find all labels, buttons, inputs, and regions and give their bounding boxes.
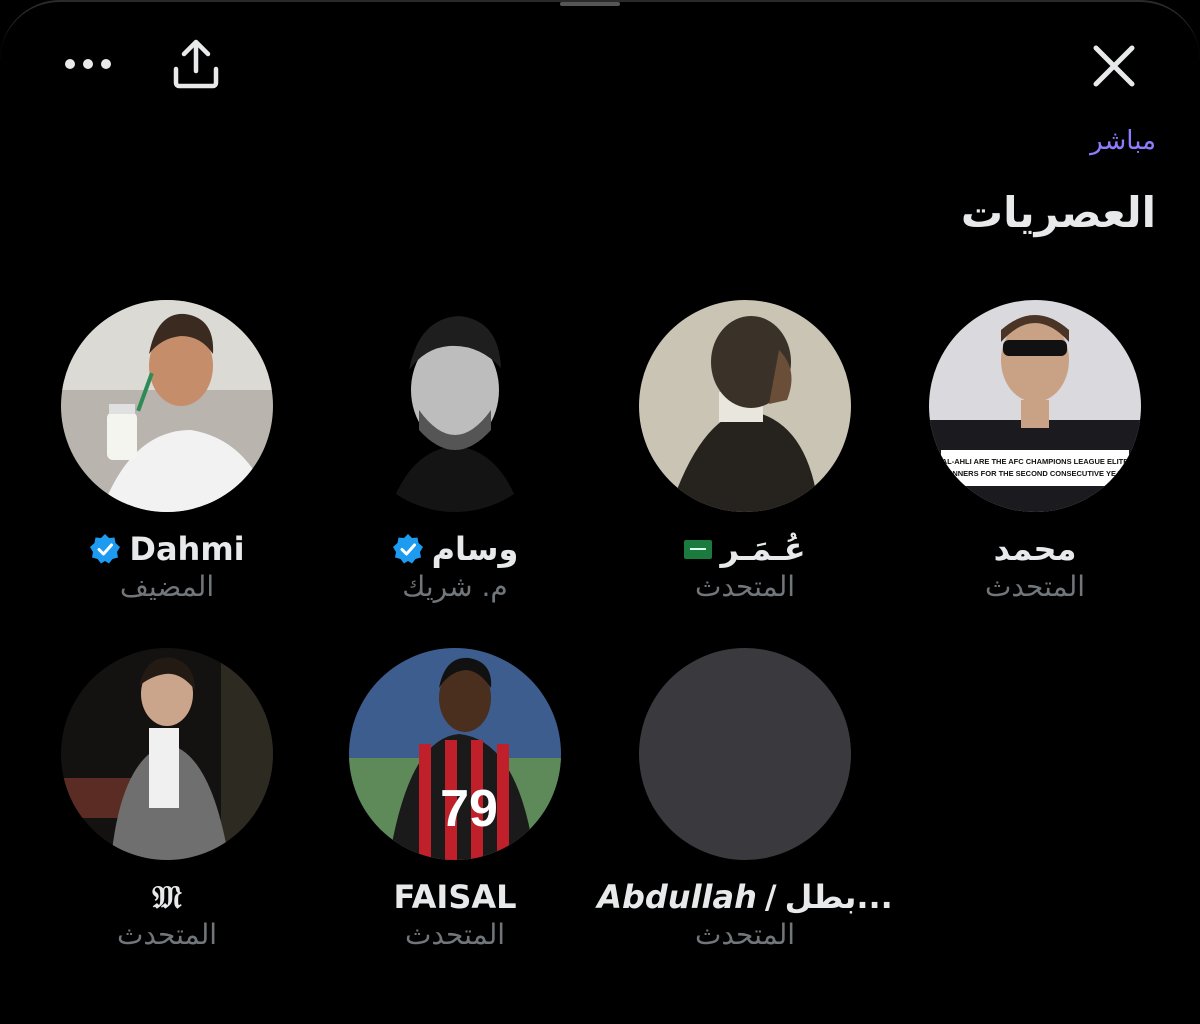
- speaker-name-row: FAISAL: [310, 876, 600, 918]
- speaker-name-row: محمد: [890, 528, 1180, 570]
- avatar[interactable]: AL-AHLI ARE THE AFC CHAMPIONS LEAGUE ELI…: [929, 300, 1141, 512]
- speaker-name: وسام: [431, 530, 519, 568]
- speaker-role: المتحدث: [694, 570, 796, 603]
- avatar[interactable]: [61, 648, 273, 860]
- live-status: مباشر: [1090, 126, 1156, 156]
- speaker-name-row: وسام: [310, 528, 600, 570]
- speaker-name-row: Dahmi: [22, 528, 312, 570]
- avatar[interactable]: 79: [349, 648, 561, 860]
- space-title: العصريات: [960, 188, 1156, 237]
- speaker-card[interactable]: Dahmi المضيف: [22, 300, 312, 603]
- speaker-card[interactable]: عُـمَـر المتحدث: [600, 300, 890, 603]
- speaker-name: محمد: [993, 530, 1077, 568]
- speaker-name: 𝔐: [152, 877, 182, 916]
- speaker-card[interactable]: 79 FAISAL المتحدث: [310, 648, 600, 951]
- share-button[interactable]: [166, 34, 226, 94]
- speaker-role: المتحدث: [694, 918, 796, 951]
- avatar[interactable]: [639, 648, 851, 860]
- shirt-text-2: WINNERS FOR THE SECOND CONSECUTIVE YEAR: [943, 469, 1127, 478]
- share-upload-icon: [173, 39, 219, 89]
- verified-badge-icon: [392, 533, 424, 565]
- speaker-card[interactable]: AL-AHLI ARE THE AFC CHAMPIONS LEAGUE ELI…: [890, 300, 1180, 603]
- avatar[interactable]: [639, 300, 851, 512]
- shirt-text: AL-AHLI ARE THE AFC CHAMPIONS LEAGUE ELI…: [942, 457, 1129, 466]
- speaker-name-row: Abdullah / بطل...: [597, 876, 893, 918]
- more-button[interactable]: [58, 44, 118, 84]
- speaker-role: م. شريك: [402, 570, 508, 603]
- close-icon: [1093, 45, 1135, 87]
- speaker-name-separator: /: [764, 878, 777, 916]
- speaker-name: عُـمَـر: [720, 530, 806, 568]
- speaker-name-latin: Abdullah: [597, 878, 757, 916]
- speaker-card[interactable]: Abdullah / بطل... المتحدث: [597, 648, 893, 951]
- verified-badge-icon: [89, 533, 121, 565]
- more-horizontal-icon: [65, 59, 111, 69]
- speaker-name-row: عُـمَـر: [600, 528, 890, 570]
- speaker-role: المتحدث: [404, 918, 506, 951]
- close-button[interactable]: [1082, 34, 1146, 98]
- speaker-role: المتحدث: [116, 918, 218, 951]
- speaker-card[interactable]: وسام م. شريك: [310, 300, 600, 603]
- saudi-flag-icon: [684, 539, 713, 559]
- speaker-name: Dahmi: [129, 530, 245, 568]
- jersey-number: 79: [440, 780, 498, 838]
- speaker-name: FAISAL: [393, 878, 517, 916]
- avatar[interactable]: [349, 300, 561, 512]
- spaces-panel: مباشر العصريات AL-AHLI ARE THE AFC CHAMP…: [0, 0, 1200, 1024]
- speaker-name-arabic: بطل...: [784, 878, 893, 916]
- drag-handle[interactable]: [560, 2, 620, 6]
- speaker-role: المتحدث: [984, 570, 1086, 603]
- speaker-role: المضيف: [119, 570, 215, 603]
- speaker-name-row: 𝔐: [22, 876, 312, 918]
- avatar[interactable]: [61, 300, 273, 512]
- speaker-card[interactable]: 𝔐 المتحدث: [22, 648, 312, 951]
